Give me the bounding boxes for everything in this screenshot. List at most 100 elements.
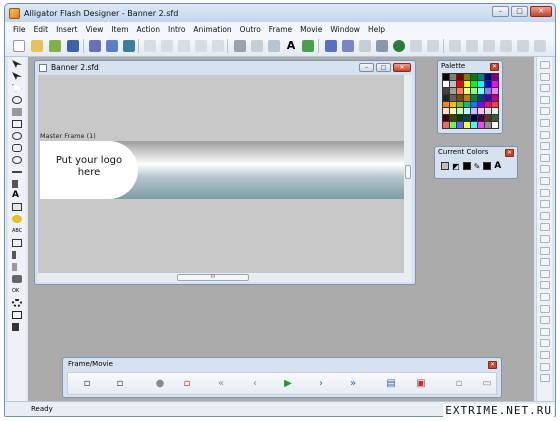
record-icon[interactable]: ● xyxy=(153,378,167,390)
menu-help[interactable]: Help xyxy=(368,25,385,34)
text-tool-icon[interactable]: A xyxy=(12,191,22,200)
palette-swatch[interactable] xyxy=(492,80,498,87)
palette-close-button[interactable]: ✕ xyxy=(490,63,499,71)
right-tool-icon[interactable] xyxy=(540,281,550,290)
align-middle-icon[interactable] xyxy=(517,40,529,52)
palette-swatch[interactable] xyxy=(443,74,449,80)
palette-swatch[interactable] xyxy=(478,122,484,128)
doc-maximize-button[interactable]: □ xyxy=(376,63,391,72)
right-tool-icon[interactable] xyxy=(540,316,550,325)
polygon-icon[interactable] xyxy=(12,144,22,152)
palette-swatch[interactable] xyxy=(471,101,477,108)
align-bottom-icon[interactable] xyxy=(534,40,546,52)
export-icon[interactable]: ▣ xyxy=(414,378,428,390)
palette-swatch[interactable] xyxy=(457,94,463,101)
banner-stage[interactable]: Put your logo here xyxy=(40,141,407,199)
frame-order-icon[interactable]: ▫ xyxy=(113,378,127,390)
button-tool-icon[interactable] xyxy=(12,215,22,223)
right-tool-icon[interactable] xyxy=(540,61,550,69)
menu-movie[interactable]: Movie xyxy=(300,25,322,34)
palette-swatch[interactable] xyxy=(485,115,491,122)
cut-icon[interactable] xyxy=(144,40,156,52)
palette-swatch[interactable] xyxy=(471,80,477,87)
palette-swatch[interactable] xyxy=(464,108,470,115)
canvas-area[interactable]: Master Frame (1) Put your logo here III xyxy=(38,75,412,282)
palette-swatch[interactable] xyxy=(478,108,484,115)
palette-swatch[interactable] xyxy=(450,87,456,94)
previous-frame-icon[interactable]: ‹ xyxy=(248,378,262,390)
brush-icon[interactable] xyxy=(12,263,17,271)
menu-action[interactable]: Action xyxy=(137,25,161,34)
edit-field-icon[interactable] xyxy=(12,239,22,247)
line-color-swatch[interactable] xyxy=(462,162,471,170)
menu-item[interactable]: Item xyxy=(111,25,128,34)
save-icon[interactable] xyxy=(67,40,79,52)
abc-text-icon[interactable]: ABC xyxy=(12,227,22,235)
right-tool-icon[interactable] xyxy=(540,339,550,348)
palette-swatch[interactable] xyxy=(485,108,491,115)
right-tool-icon[interactable] xyxy=(540,374,550,383)
palette-swatch[interactable] xyxy=(464,87,470,94)
align-top-icon[interactable] xyxy=(500,40,512,52)
align-center-icon[interactable] xyxy=(466,40,478,52)
palette-swatch[interactable] xyxy=(478,94,484,101)
right-tool-icon[interactable] xyxy=(540,327,550,336)
right-tool-icon[interactable] xyxy=(540,235,550,243)
preview-frame-icon[interactable]: ▫ xyxy=(452,378,466,390)
palette-swatch[interactable] xyxy=(478,80,484,87)
palette-swatch[interactable] xyxy=(457,74,463,80)
line-icon[interactable] xyxy=(12,171,22,173)
palette-swatch[interactable] xyxy=(485,101,491,108)
close-button[interactable]: ✕ xyxy=(530,6,552,17)
import-icon[interactable] xyxy=(89,40,101,52)
rewind-icon[interactable]: « xyxy=(214,378,228,390)
open-folder-icon[interactable] xyxy=(31,40,43,52)
right-tool-icon[interactable] xyxy=(540,258,550,267)
logo-placeholder[interactable]: Put your logo here xyxy=(40,141,138,199)
palette-swatch[interactable] xyxy=(492,74,498,80)
pen-icon[interactable] xyxy=(12,180,18,188)
menu-window[interactable]: Window xyxy=(330,25,360,34)
palette-swatch[interactable] xyxy=(478,74,484,80)
right-tool-icon[interactable] xyxy=(540,351,550,359)
palette-swatch[interactable] xyxy=(471,115,477,122)
dot-icon[interactable]: OK xyxy=(12,287,22,295)
play-icon[interactable]: ▶ xyxy=(281,378,295,390)
oval-icon[interactable] xyxy=(12,156,22,164)
right-tool-icon[interactable] xyxy=(540,211,550,220)
export-swf-icon[interactable] xyxy=(106,40,118,52)
frame-properties-icon[interactable]: ▤ xyxy=(384,378,398,390)
palette-swatch[interactable] xyxy=(471,94,477,101)
right-tool-icon[interactable] xyxy=(540,188,550,197)
gear-icon[interactable] xyxy=(12,299,22,307)
palette-swatch[interactable] xyxy=(492,108,498,115)
align-left-icon[interactable] xyxy=(449,40,461,52)
right-tool-icon[interactable] xyxy=(540,293,550,301)
horizontal-scroll-thumb[interactable]: III xyxy=(177,274,249,281)
right-tool-icon[interactable] xyxy=(540,153,550,162)
image-icon[interactable] xyxy=(268,40,280,52)
eyedropper-icon[interactable] xyxy=(12,251,16,259)
current-colors-close-button[interactable]: ✕ xyxy=(505,149,514,157)
menu-animation[interactable]: Animation xyxy=(193,25,231,34)
next-frame-icon[interactable]: › xyxy=(314,378,328,390)
palette-swatch[interactable] xyxy=(478,101,484,108)
right-tool-icon[interactable] xyxy=(540,95,550,104)
title-bar[interactable]: Alligator Flash Designer - Banner 2.sfd … xyxy=(5,4,555,22)
right-tool-icon[interactable] xyxy=(540,304,550,313)
palette-swatch[interactable] xyxy=(450,101,456,108)
open-recent-icon[interactable] xyxy=(49,40,61,52)
palette-swatch[interactable] xyxy=(457,122,463,128)
undo-icon[interactable] xyxy=(195,40,207,52)
frame-strip-icon[interactable]: ▭ xyxy=(480,378,494,390)
right-tool-icon[interactable] xyxy=(540,177,550,185)
paste-icon[interactable] xyxy=(178,40,190,52)
ellipse-icon[interactable] xyxy=(12,132,22,140)
palette-swatch[interactable] xyxy=(457,108,463,115)
palette-swatch[interactable] xyxy=(492,122,498,128)
redo-icon[interactable] xyxy=(212,40,224,52)
palette-swatch[interactable] xyxy=(492,87,498,94)
vertical-scroll-thumb[interactable] xyxy=(405,165,411,179)
web-globe-icon[interactable] xyxy=(393,40,405,52)
palette-swatch[interactable] xyxy=(471,108,477,115)
